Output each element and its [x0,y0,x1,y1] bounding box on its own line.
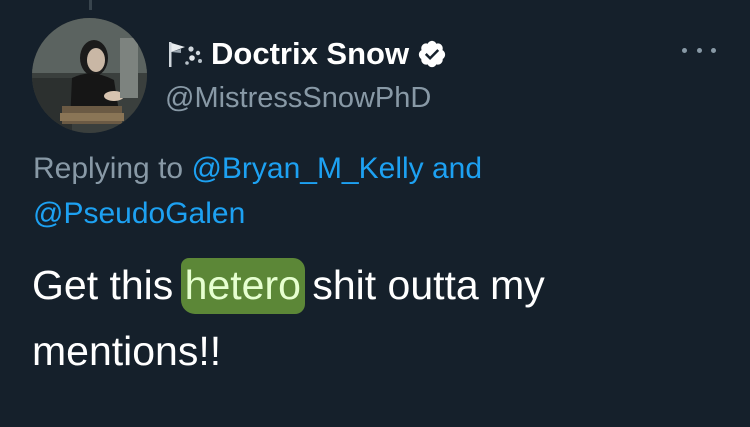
flag-and-sparkles-icon [169,42,202,67]
thread-line [89,0,92,10]
mention-connector: and [423,152,483,185]
tweet-header: Doctrix Snow @MistressSnowPhD [165,34,447,115]
highlighted-word-text: hetero [184,262,301,308]
mention-link-2[interactable]: @PseudoGalen [33,197,245,230]
display-name[interactable]: Doctrix Snow [211,36,409,72]
more-options-button[interactable] [682,44,716,56]
mention-link-1[interactable]: @Bryan_M_Kelly [191,152,423,185]
more-horizontal-icon [682,47,687,53]
tweet-text: Get this hetero shit outta my mentions!! [32,252,722,384]
replying-to-label: Replying to [33,152,192,185]
name-row: Doctrix Snow [165,34,447,74]
tweet-text-before: Get this [32,262,185,308]
handle[interactable]: @MistressSnowPhD [165,82,447,115]
avatar[interactable] [32,18,147,133]
verified-badge-icon [418,40,446,68]
highlighted-word: hetero [180,252,306,318]
more-dot [696,47,702,53]
more-dot [711,47,716,53]
replying-to: Replying to @Bryan_M_Kelly and @PseudoGal… [33,146,713,236]
tweet: Doctrix Snow @MistressSnowPhD Replying t… [0,0,750,427]
avatar-image [32,18,147,133]
